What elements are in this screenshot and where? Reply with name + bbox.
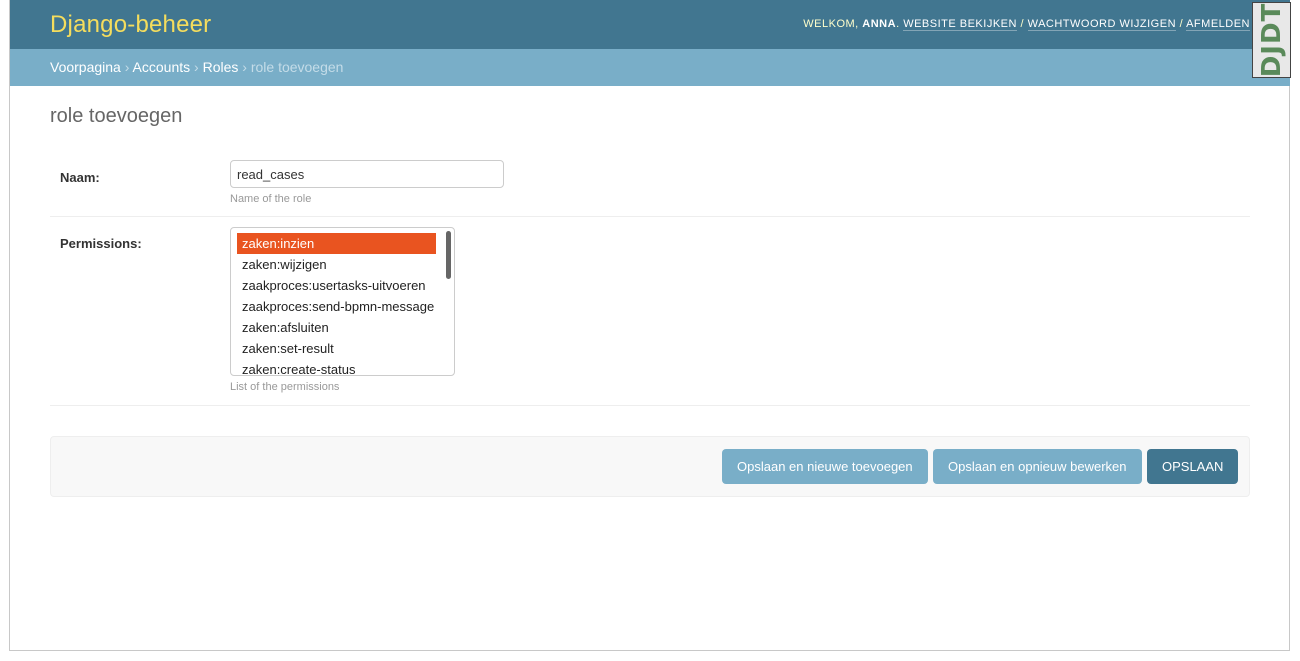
permission-option[interactable]: zaken:inzien	[237, 233, 436, 254]
permission-option[interactable]: zaken:create-status	[237, 359, 436, 375]
welcome-text: Welkom,	[803, 18, 859, 30]
save-and-continue-button[interactable]: Opslaan en opnieuw bewerken	[933, 449, 1142, 484]
breadcrumb-separator: ›	[242, 59, 247, 75]
permission-option[interactable]: zaakproces:usertasks-uitvoeren	[237, 275, 436, 296]
breadcrumb-current: role toevoegen	[250, 59, 344, 75]
name-label: Naam:	[60, 170, 100, 185]
permission-option[interactable]: zaken:wijzigen	[237, 254, 436, 275]
submit-row: Opslaan en nieuwe toevoegen Opslaan en o…	[50, 436, 1250, 497]
breadcrumb: Voorpagina › Accounts › Roles › role toe…	[10, 49, 1290, 86]
permissions-help-text: List of the permissions	[230, 381, 340, 393]
permissions-select[interactable]: zaken:inzien zaken:wijzigen zaakproces:u…	[230, 227, 455, 376]
page-title: role toevoegen	[50, 105, 183, 127]
form-row-name: Naam: Name of the role	[50, 148, 1250, 217]
name-help-text: Name of the role	[230, 193, 312, 205]
logout-link[interactable]: Afmelden	[1186, 18, 1250, 31]
save-and-add-another-button[interactable]: Opslaan en nieuwe toevoegen	[722, 449, 928, 484]
main-content: role toevoegen Naam: Name of the role Pe…	[50, 105, 1250, 497]
permissions-label: Permissions:	[60, 236, 142, 251]
breadcrumb-accounts[interactable]: Accounts	[133, 59, 191, 75]
save-button[interactable]: Opslaan	[1147, 449, 1239, 484]
breadcrumb-home[interactable]: Voorpagina	[50, 59, 121, 75]
breadcrumb-separator: ›	[124, 59, 130, 75]
user-tools: Welkom, Anna. Website bekijken / Wachtwo…	[803, 18, 1250, 31]
breadcrumb-roles[interactable]: Roles	[203, 59, 239, 75]
change-password-link[interactable]: Wachtwoord wijzigen	[1027, 18, 1177, 31]
breadcrumb-separator: ›	[194, 59, 199, 75]
permissions-scrollbar[interactable]	[446, 231, 451, 279]
permission-option[interactable]: zaken:set-result	[237, 338, 436, 359]
view-site-link[interactable]: Website bekijken	[903, 18, 1017, 31]
debug-toolbar-label: DJDT	[1256, 2, 1287, 78]
username: Anna	[862, 18, 897, 30]
permission-option[interactable]: zaken:afsluiten	[237, 317, 436, 338]
header: Django-beheer Welkom, Anna. Website beki…	[10, 0, 1290, 49]
permission-option[interactable]: zaakproces:send-bpmn-message	[237, 296, 436, 317]
site-branding[interactable]: Django-beheer	[50, 11, 211, 39]
form-row-permissions: Permissions: zaken:inzien zaken:wijzigen…	[50, 216, 1250, 406]
name-input[interactable]	[230, 160, 504, 188]
debug-toolbar-handle[interactable]: DJDT	[1252, 2, 1291, 78]
